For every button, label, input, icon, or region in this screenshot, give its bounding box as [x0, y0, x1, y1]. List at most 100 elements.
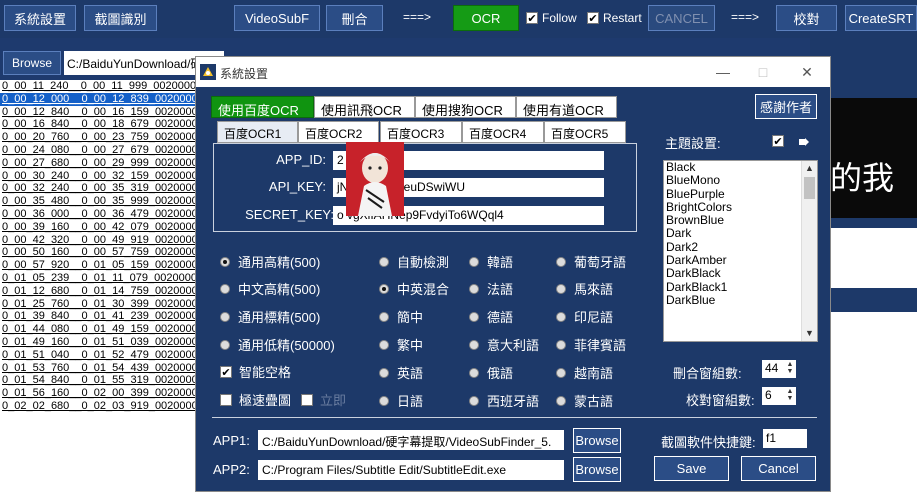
scroll-thumb[interactable] — [804, 177, 815, 199]
spin-arrows-icon[interactable]: ▲ ▼ — [785, 361, 795, 375]
list-item[interactable]: 0_00_36_000__0_00_36_479_00200000010800 — [0, 208, 205, 221]
language-radio[interactable]: 菲律賓語 — [556, 335, 626, 354]
tab-sogou-ocr[interactable]: 使用搜狗OCR — [415, 96, 516, 118]
theme-list-item[interactable]: DarkAmber — [664, 253, 817, 267]
list-item[interactable]: 0_00_27_680__0_00_29_999_00200000010800 — [0, 157, 205, 170]
theme-list-scrollbar[interactable]: ▲ ▼ — [801, 161, 817, 341]
theme-list-item[interactable]: Black — [664, 161, 817, 174]
restart-checkbox[interactable]: ✔ Restart — [587, 11, 642, 25]
thank-author-button[interactable]: 感謝作者 — [755, 94, 817, 119]
accuracy-radio[interactable]: 通用標精(500) — [220, 307, 320, 326]
list-item[interactable]: 0_00_39_160__0_00_42_079_00200000010800 — [0, 221, 205, 234]
language-radio[interactable]: 日語 — [379, 391, 423, 410]
minimize-icon[interactable]: — — [709, 62, 737, 82]
accuracy-radio[interactable]: 通用低精(50000) — [220, 335, 335, 354]
tab-baidu-ocr-2[interactable]: 百度OCR2 — [298, 121, 379, 143]
language-radio[interactable]: 馬來語 — [556, 279, 613, 298]
theme-checkbox[interactable]: ✔ — [772, 135, 784, 148]
list-item[interactable]: 0_02_02_680__0_02_03_919_00200000010800 — [0, 400, 205, 413]
fast-overlay-checkbox[interactable]: 極速疊圖 立即 — [220, 390, 346, 409]
list-item[interactable]: 0_01_25_760__0_01_30_399_00200000010800 — [0, 298, 205, 311]
preview-text-area[interactable] — [822, 228, 917, 288]
tab-baidu-ocr-1[interactable]: 百度OCR1 — [217, 121, 298, 143]
list-item[interactable]: 0_01_53_760__0_01_54_439_00200000010800 — [0, 362, 205, 375]
cancel-dialog-button[interactable]: Cancel — [741, 456, 816, 481]
language-radio[interactable]: 法語 — [469, 279, 513, 298]
list-item[interactable]: 0_01_54_840__0_01_55_319_00200000010800 — [0, 374, 205, 387]
smart-space-checkbox[interactable]: ✔ 智能空格 — [220, 362, 291, 381]
list-item[interactable]: 0_00_24_080__0_00_27_679_00200000010800 — [0, 144, 205, 157]
language-radio[interactable]: 西班牙語 — [469, 391, 539, 410]
theme-list-item[interactable]: Dark2 — [664, 240, 817, 254]
language-radio[interactable]: 意大利語 — [469, 335, 539, 354]
checkbox-empty-icon[interactable] — [301, 393, 314, 406]
list-item[interactable]: 0_00_12_000__0_00_12_839_00200000010800 — [0, 92, 205, 106]
list-item[interactable]: 0_00_57_920__0_01_05_159_00200000010800 — [0, 259, 205, 272]
tab-baidu-ocr-5[interactable]: 百度OCR5 — [544, 121, 626, 143]
theme-list-item[interactable]: DarkBlue — [664, 293, 817, 307]
list-item[interactable]: 0_00_50_160__0_00_57_759_00200000010800 — [0, 246, 205, 259]
ocr-button[interactable]: OCR — [453, 5, 519, 31]
merge-groups-spinner[interactable]: 44 ▲ ▼ — [762, 360, 796, 378]
list-item[interactable]: 0_00_12_840__0_00_16_159_00200000010800 — [0, 106, 205, 119]
list-item[interactable]: 0_01_56_160__0_02_00_399_00200000010800 — [0, 387, 205, 400]
tab-baidu-ocr-4[interactable]: 百度OCR4 — [462, 121, 544, 143]
list-item[interactable]: 0_00_42_320__0_00_49_919_00200000010800 — [0, 234, 205, 247]
proof-groups-spinner[interactable]: 6 ▲ ▼ — [762, 387, 796, 405]
language-radio[interactable]: 越南語 — [556, 363, 613, 382]
list-item[interactable]: 0_01_12_680__0_01_14_759_00200000010800 — [0, 285, 205, 298]
tab-youdao-ocr[interactable]: 使用有道OCR — [516, 96, 617, 118]
list-item[interactable]: 0_00_35_480__0_00_35_999_00200000010800 — [0, 195, 205, 208]
close-icon[interactable]: ✕ — [793, 62, 821, 82]
tab-baidu-ocr-3[interactable]: 百度OCR3 — [380, 121, 462, 143]
list-item[interactable]: 0_00_16_840__0_00_18_679_00200000010800 — [0, 118, 205, 131]
accuracy-radio[interactable]: 中文高精(500) — [220, 279, 320, 298]
language-radio[interactable]: 印尼語 — [556, 307, 613, 326]
maximize-icon[interactable]: □ — [749, 62, 777, 82]
scroll-down-icon[interactable]: ▼ — [802, 326, 817, 341]
list-item[interactable]: 0_01_44_080__0_01_49_159_00200000010800 — [0, 323, 205, 336]
preview-text-area-2[interactable] — [822, 312, 917, 492]
follow-checkbox[interactable]: ✔ Follow — [526, 11, 577, 25]
language-radio[interactable]: 簡中 — [379, 307, 423, 326]
language-radio[interactable]: 韓語 — [469, 252, 513, 271]
screenshot-shortcut-input[interactable]: f1 — [763, 429, 807, 448]
theme-list-item[interactable]: BrightColors — [664, 200, 817, 214]
theme-list-item[interactable]: DarkBlack — [664, 267, 817, 281]
capture-recognize-button[interactable]: 截圖識別 — [84, 5, 157, 31]
create-srt-button[interactable]: CreateSRT — [845, 5, 917, 31]
language-radio[interactable]: 英語 — [379, 363, 423, 382]
merge-button[interactable]: 刪合 — [326, 5, 383, 31]
language-radio[interactable]: 自動檢測 — [379, 252, 449, 271]
browse-button[interactable]: Browse — [3, 51, 61, 75]
list-item[interactable]: 0_01_49_160__0_01_51_039_00200000010800 — [0, 336, 205, 349]
language-radio[interactable]: 俄語 — [469, 363, 513, 382]
scroll-up-icon[interactable]: ▲ — [802, 161, 817, 176]
language-radio[interactable]: 中英混合 — [379, 279, 449, 298]
list-item[interactable]: 0_00_11_240__0_00_11_999_00200000010800 — [0, 80, 205, 93]
list-item[interactable]: 0_01_05_239__0_01_11_079_00200000010800 — [0, 272, 205, 285]
theme-list[interactable]: Black BlueMono BluePurple BrightColors Brown… — [663, 160, 818, 342]
settings-button[interactable]: 系統設置 — [4, 5, 76, 31]
videosubf-button[interactable]: VideoSubF — [234, 5, 320, 31]
theme-list-item[interactable]: BluePurple — [664, 187, 817, 201]
language-radio[interactable]: 繁中 — [379, 335, 423, 354]
list-item[interactable]: 0_01_51_040__0_01_52_479_00200000010800 — [0, 349, 205, 362]
proofread-button[interactable]: 校對 — [776, 5, 837, 31]
list-item[interactable]: 0_01_39_840__0_01_41_239_00200000010800 — [0, 310, 205, 323]
app2-browse-button[interactable]: Browse — [573, 457, 621, 482]
pin-icon[interactable] — [797, 135, 811, 149]
tab-baidu-ocr[interactable]: 使用百度OCR — [211, 96, 314, 118]
language-radio[interactable]: 葡萄牙語 — [556, 252, 626, 271]
app1-browse-button[interactable]: Browse — [573, 428, 621, 453]
theme-list-item[interactable]: BlueMono — [664, 173, 817, 187]
language-radio[interactable]: 蒙古語 — [556, 391, 613, 410]
language-radio[interactable]: 德語 — [469, 307, 513, 326]
tab-xunfei-ocr[interactable]: 使用訊飛OCR — [314, 96, 415, 118]
theme-list-item[interactable]: DarkBlack1 — [664, 280, 817, 294]
list-item[interactable]: 0_00_30_240__0_00_32_159_00200000010800 — [0, 170, 205, 183]
list-item[interactable]: 0_00_32_240__0_00_35_319_00200000010800 — [0, 182, 205, 195]
app1-path-input[interactable]: C:/BaiduYunDownload/硬字幕提取/VideoSubFinder… — [258, 430, 564, 450]
cancel-button[interactable]: CANCEL — [648, 5, 715, 31]
save-button[interactable]: Save — [654, 456, 729, 481]
